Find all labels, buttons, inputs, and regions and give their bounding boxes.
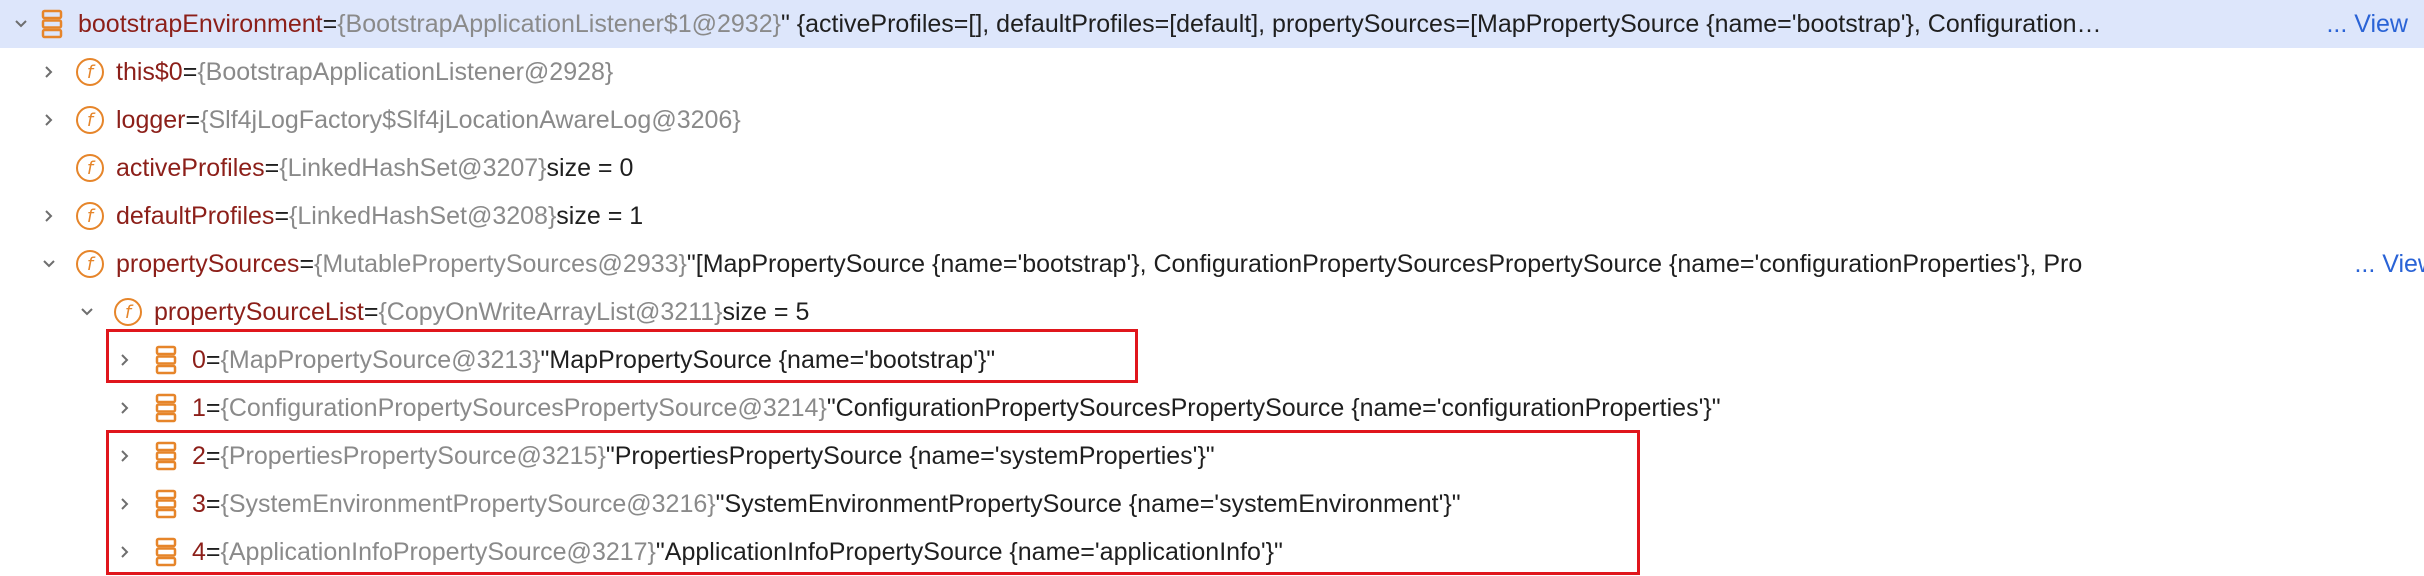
equals-sign: = — [264, 153, 280, 182]
field-f-icon: f — [76, 250, 104, 278]
tree-row-item-2[interactable]: 2 = {PropertiesPropertySource@3215} "Pro… — [0, 432, 2424, 480]
chevron-right-icon[interactable] — [112, 384, 138, 432]
variable-value: "PropertiesPropertySource {name='systemP… — [605, 441, 1215, 470]
variable-name: 2 — [192, 441, 206, 470]
variable-name: bootstrapEnvironment — [78, 9, 323, 38]
variable-type: {BootstrapApplicationListener$1@2932} — [337, 9, 781, 38]
variable-type: {MapPropertySource@3213} — [220, 345, 541, 374]
chevron-right-icon[interactable] — [112, 528, 138, 576]
chevron-right-icon[interactable] — [112, 336, 138, 384]
variable-value: "MapPropertySource {name='bootstrap'}" — [540, 345, 996, 374]
equals-sign: = — [185, 105, 201, 134]
chevron-down-icon[interactable] — [36, 240, 62, 288]
variable-type: {BootstrapApplicationListener@2928} — [197, 57, 614, 86]
field-f-icon: f — [76, 58, 104, 86]
variable-name: 3 — [192, 489, 206, 518]
equals-sign: = — [205, 345, 221, 374]
equals-sign: = — [274, 201, 290, 230]
list-stack-icon — [38, 8, 66, 40]
equals-sign: = — [205, 393, 221, 422]
tree-row-active-profiles[interactable]: f activeProfiles = {LinkedHashSet@3207} … — [0, 144, 2424, 192]
equals-sign: = — [363, 297, 379, 326]
variable-type: {ConfigurationPropertySourcesPropertySou… — [220, 393, 827, 422]
variable-type: {SystemEnvironmentPropertySource@3216} — [220, 489, 716, 518]
list-stack-icon — [152, 488, 180, 520]
tree-row-bootstrap-environment[interactable]: bootstrapEnvironment = {BootstrapApplica… — [0, 0, 2424, 48]
variable-name: propertySources — [116, 249, 300, 278]
equals-sign: = — [182, 57, 198, 86]
list-stack-icon — [152, 536, 180, 568]
variable-type: {PropertiesPropertySource@3215} — [220, 441, 606, 470]
equals-sign: = — [205, 441, 221, 470]
variable-type: {CopyOnWriteArrayList@3211} — [378, 297, 723, 326]
collection-size: size = 5 — [722, 297, 810, 326]
view-link[interactable]: ... View — [2322, 9, 2408, 39]
field-f-icon: f — [114, 298, 142, 326]
variable-value: "ApplicationInfoPropertySource {name='ap… — [655, 537, 1283, 566]
chevron-right-icon[interactable] — [36, 48, 62, 96]
chevron-right-icon[interactable] — [112, 432, 138, 480]
tree-row-item-3[interactable]: 3 = {SystemEnvironmentPropertySource@321… — [0, 480, 2424, 528]
variable-value: " {activeProfiles=[], defaultProfiles=[d… — [780, 9, 2106, 38]
equals-sign: = — [299, 249, 315, 278]
variable-name: activeProfiles — [116, 153, 265, 182]
equals-sign: = — [205, 537, 221, 566]
tree-row-item-1[interactable]: 1 = {ConfigurationPropertySourcesPropert… — [0, 384, 2424, 432]
tree-row-default-profiles[interactable]: f defaultProfiles = {LinkedHashSet@3208}… — [0, 192, 2424, 240]
field-f-icon: f — [76, 106, 104, 134]
variable-name: this$0 — [116, 57, 183, 86]
variable-name: 1 — [192, 393, 206, 422]
variable-value: "ConfigurationPropertySourcesPropertySou… — [826, 393, 1721, 422]
variable-type: {MutablePropertySources@2933} — [314, 249, 687, 278]
tree-row-property-sources[interactable]: f propertySources = {MutablePropertySour… — [0, 240, 2424, 288]
variable-type: {LinkedHashSet@3208} — [289, 201, 557, 230]
tree-row-item-4[interactable]: 4 = {ApplicationInfoPropertySource@3217}… — [0, 528, 2424, 576]
collection-size: size = 0 — [546, 153, 634, 182]
variable-name: logger — [116, 105, 186, 134]
chevron-down-icon[interactable] — [8, 0, 34, 48]
variable-type: {Slf4jLogFactory$Slf4jLocationAwareLog@3… — [200, 105, 741, 134]
variable-name: propertySourceList — [154, 297, 364, 326]
variable-name: defaultProfiles — [116, 201, 275, 230]
equals-sign: = — [322, 9, 338, 38]
variable-value: "[MapPropertySource {name='bootstrap'}, … — [686, 249, 2083, 278]
list-stack-icon — [152, 392, 180, 424]
chevron-down-icon[interactable] — [74, 288, 100, 336]
variable-name: 0 — [192, 345, 206, 374]
collection-size: size = 1 — [556, 201, 644, 230]
equals-sign: = — [205, 489, 221, 518]
field-f-icon: f — [76, 154, 104, 182]
list-stack-icon — [152, 440, 180, 472]
chevron-right-icon[interactable] — [36, 96, 62, 144]
view-link[interactable]: ... View — [2350, 250, 2424, 279]
tree-row-property-source-list[interactable]: f propertySourceList = {CopyOnWriteArray… — [0, 288, 2424, 336]
chevron-right-icon[interactable] — [36, 192, 62, 240]
tree-row-item-0[interactable]: 0 = {MapPropertySource@3213} "MapPropert… — [0, 336, 2424, 384]
variable-value: "SystemEnvironmentPropertySource {name='… — [715, 489, 1461, 518]
chevron-right-icon[interactable] — [112, 480, 138, 528]
tree-row-logger[interactable]: f logger = {Slf4jLogFactory$Slf4jLocatio… — [0, 96, 2424, 144]
list-stack-icon — [152, 344, 180, 376]
variable-type: {ApplicationInfoPropertySource@3217} — [220, 537, 656, 566]
variable-type: {LinkedHashSet@3207} — [279, 153, 547, 182]
field-f-icon: f — [76, 202, 104, 230]
variable-name: 4 — [192, 537, 206, 566]
tree-row-this0[interactable]: f this$0 = {BootstrapApplicationListener… — [0, 48, 2424, 96]
